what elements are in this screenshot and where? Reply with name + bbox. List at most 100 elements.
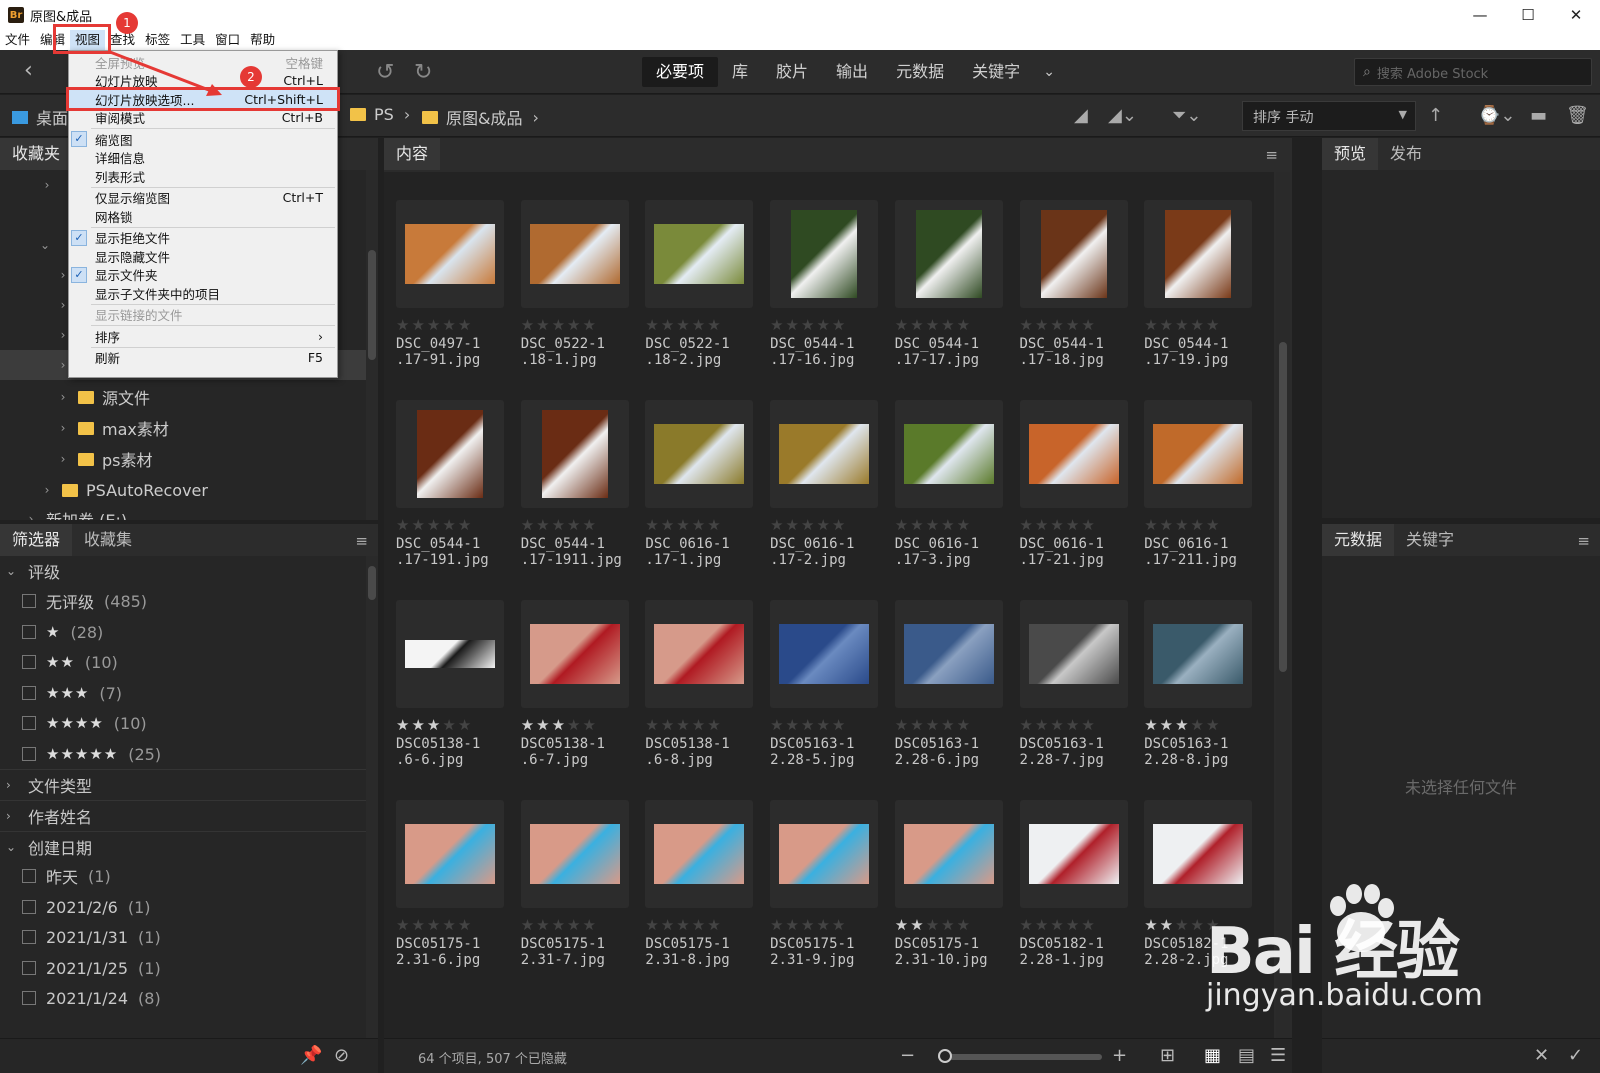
- tab-collections[interactable]: 收藏集: [72, 524, 144, 556]
- star-icon[interactable]: ★: [442, 516, 457, 534]
- star-icon[interactable]: ★: [816, 716, 831, 734]
- back-arrow-icon[interactable]: ‹: [24, 58, 33, 83]
- filter-section-file-type[interactable]: › 文件类型: [0, 769, 366, 799]
- checkbox[interactable]: [22, 655, 36, 669]
- thumbnail-cell[interactable]: ★★★★★ DSC_0544-1 .17-19.jpg: [1134, 200, 1262, 396]
- star-icon[interactable]: ★: [552, 316, 567, 334]
- menu-help[interactable]: 帮助: [245, 30, 280, 50]
- menu-item[interactable]: 幻灯片放映 Ctrl+L: [69, 72, 337, 90]
- star-icon[interactable]: ★: [957, 916, 972, 934]
- star-icon[interactable]: ★: [1175, 916, 1190, 934]
- star-icon[interactable]: ★: [926, 316, 941, 334]
- thumbnail-cell[interactable]: ★★★★★ DSC_0616-1 .17-2.jpg: [760, 400, 888, 596]
- thumbnail-frame[interactable]: [645, 400, 754, 508]
- star-icon[interactable]: ★: [1035, 316, 1050, 334]
- star-icon[interactable]: ★: [910, 716, 925, 734]
- star-icon[interactable]: ★: [895, 916, 910, 934]
- thumbnail-cell[interactable]: ★★★★★ DSC05138-1 .6-8.jpg: [635, 600, 763, 796]
- filter-item[interactable]: 昨天 (1): [0, 861, 366, 891]
- thumbnail-cell[interactable]: ★★★★★ DSC_0544-1 .17-16.jpg: [760, 200, 888, 396]
- star-icon[interactable]: ★: [1081, 716, 1096, 734]
- menu-item[interactable]: 幻灯片放映选项... Ctrl+Shift+L: [66, 87, 340, 111]
- star-icon[interactable]: ★: [801, 316, 816, 334]
- tab-filter[interactable]: 筛选器: [0, 524, 73, 556]
- star-icon[interactable]: ★: [1050, 516, 1065, 534]
- menu-window[interactable]: 窗口: [210, 30, 245, 50]
- thumbnail-cell[interactable]: ★★★★★ DSC05175-1 2.31-9.jpg: [760, 800, 888, 996]
- thumbnail-cell[interactable]: ★★★★★ DSC_0544-1 .17-191.jpg: [386, 400, 514, 596]
- workspace-libraries[interactable]: 库: [718, 57, 762, 87]
- filter-item[interactable]: 2021/2/6 (1): [0, 892, 366, 922]
- filter-scrollbar[interactable]: [366, 556, 378, 1038]
- star-rating-icon[interactable]: ★★★★★: [521, 316, 598, 334]
- star-icon[interactable]: ★: [1206, 316, 1221, 334]
- filter-item[interactable]: ★★★★★ (25): [0, 739, 366, 769]
- thumbnail-frame[interactable]: [1144, 200, 1253, 308]
- checkbox[interactable]: [22, 747, 36, 761]
- thumbnail-frame[interactable]: [1144, 400, 1253, 508]
- star-icon[interactable]: ★: [926, 516, 941, 534]
- panel-menu-icon[interactable]: ≡: [1577, 532, 1590, 550]
- star-icon[interactable]: ★: [816, 316, 831, 334]
- star-icon[interactable]: ★: [1066, 716, 1081, 734]
- breadcrumb-ps[interactable]: PS ›: [350, 105, 420, 124]
- filter-item[interactable]: ★★★★ (10): [0, 708, 366, 738]
- star-icon[interactable]: ★: [770, 516, 785, 534]
- star-icon[interactable]: ★: [1191, 516, 1206, 534]
- star-icon[interactable]: ★: [645, 516, 660, 534]
- tab-favorites[interactable]: 收藏夹: [0, 138, 73, 170]
- star-icon[interactable]: ★: [427, 916, 442, 934]
- star-icon[interactable]: ★: [661, 716, 676, 734]
- thumbnail-cell[interactable]: ★★★★★ DSC_0522-1 .18-1.jpg: [511, 200, 639, 396]
- thumbnail-cell[interactable]: ★★★★★ DSC_0616-1 .17-21.jpg: [1010, 400, 1138, 596]
- star-icon[interactable]: ★: [1035, 916, 1050, 934]
- thumbnail-frame[interactable]: [1019, 800, 1128, 908]
- star-icon[interactable]: ★: [1066, 916, 1081, 934]
- star-icon[interactable]: ★: [411, 916, 426, 934]
- thumbnail-frame[interactable]: [770, 800, 879, 908]
- thumbnail-size-slider[interactable]: [938, 1049, 1102, 1063]
- star-icon[interactable]: ★: [786, 716, 801, 734]
- thumbnail-cell[interactable]: ★★★★★ DSC_0497-1 .17-91.jpg: [386, 200, 514, 396]
- panel-menu-icon[interactable]: ≡: [355, 532, 368, 550]
- menu-item[interactable]: 排序 ›: [69, 327, 337, 345]
- star-rating-icon[interactable]: ★★★★★: [770, 716, 847, 734]
- star-icon[interactable]: ★: [692, 316, 707, 334]
- star-icon[interactable]: ★: [661, 516, 676, 534]
- star-rating-icon[interactable]: ★★★★★: [895, 316, 972, 334]
- star-icon[interactable]: ★: [458, 516, 473, 534]
- thumbnail-frame[interactable]: [645, 200, 754, 308]
- star-icon[interactable]: ★: [941, 916, 956, 934]
- folder-row[interactable]: › max素材: [0, 413, 366, 443]
- grid-lock-icon[interactable]: ⊞: [1160, 1045, 1175, 1066]
- star-icon[interactable]: ★: [645, 316, 660, 334]
- menu-item[interactable]: 列表形式: [69, 167, 337, 185]
- quality-options-icon[interactable]: ◢⌄: [1108, 105, 1137, 126]
- cancel-icon[interactable]: ✕: [1534, 1045, 1549, 1066]
- star-rating-icon[interactable]: ★★★★★: [770, 316, 847, 334]
- star-icon[interactable]: ★: [801, 916, 816, 934]
- star-icon[interactable]: ★: [1020, 916, 1035, 934]
- rotate-left-icon[interactable]: ↺: [376, 60, 394, 85]
- scrollbar-thumb[interactable]: [1279, 342, 1287, 672]
- slider-knob[interactable]: [938, 1049, 952, 1063]
- scrollbar-thumb[interactable]: [368, 566, 376, 600]
- star-rating-icon[interactable]: ★★★★★: [895, 916, 972, 934]
- star-icon[interactable]: ★: [552, 516, 567, 534]
- star-icon[interactable]: ★: [583, 316, 598, 334]
- thumbnail-frame[interactable]: [396, 400, 504, 508]
- star-icon[interactable]: ★: [536, 916, 551, 934]
- star-icon[interactable]: ★: [645, 716, 660, 734]
- filter-section-rating[interactable]: ⌄ 评级: [0, 556, 366, 586]
- star-icon[interactable]: ★: [521, 916, 536, 934]
- star-icon[interactable]: ★: [1206, 716, 1221, 734]
- star-icon[interactable]: ★: [770, 316, 785, 334]
- checkbox[interactable]: [22, 686, 36, 700]
- star-icon[interactable]: ★: [1191, 916, 1206, 934]
- star-icon[interactable]: ★: [1020, 516, 1035, 534]
- thumbnail-frame[interactable]: [894, 800, 1003, 908]
- star-icon[interactable]: ★: [941, 516, 956, 534]
- star-rating-icon[interactable]: ★★★★★: [521, 516, 598, 534]
- checkbox[interactable]: [22, 991, 36, 1005]
- star-icon[interactable]: ★: [910, 916, 925, 934]
